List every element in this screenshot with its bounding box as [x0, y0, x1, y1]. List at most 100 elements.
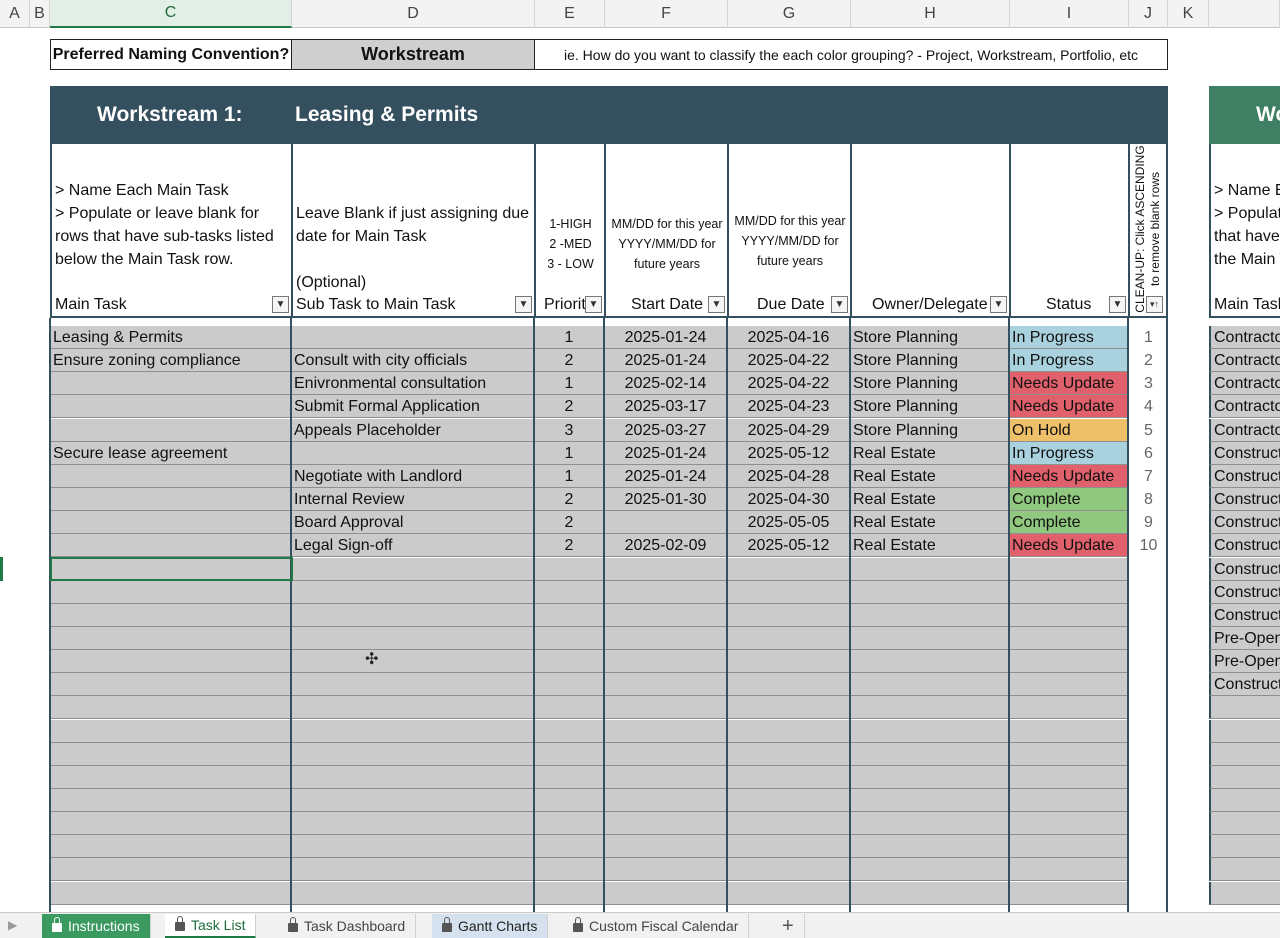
next-main-task-cell[interactable]: [1209, 789, 1280, 812]
sub-task-cell[interactable]: [291, 557, 535, 581]
owner-cell[interactable]: Store Planning: [850, 418, 1010, 442]
sub-task-cell[interactable]: Legal Sign-off: [291, 534, 535, 558]
status-cell[interactable]: [1009, 603, 1129, 627]
main-task-cell[interactable]: [50, 719, 292, 743]
owner-cell[interactable]: [850, 557, 1010, 581]
due-date-cell[interactable]: 2025-04-22: [727, 372, 851, 396]
due-date-cell[interactable]: 2025-05-12: [727, 441, 851, 465]
due-date-cell[interactable]: [727, 812, 851, 836]
start-date-cell[interactable]: 2025-03-17: [604, 395, 728, 419]
owner-cell[interactable]: [850, 881, 1010, 905]
status-cell[interactable]: [1009, 557, 1129, 581]
status-cell[interactable]: [1009, 765, 1129, 789]
owner-cell[interactable]: [850, 580, 1010, 604]
status-cell[interactable]: Complete: [1009, 511, 1129, 535]
start-date-cell[interactable]: [604, 789, 728, 812]
status-cell[interactable]: On Hold: [1009, 418, 1129, 442]
due-date-cell[interactable]: [727, 650, 851, 674]
sub-task-cell[interactable]: [291, 603, 535, 627]
column-header-h[interactable]: H: [851, 0, 1010, 28]
priority-cell[interactable]: 1: [534, 326, 605, 349]
main-task-cell[interactable]: [50, 881, 292, 905]
start-date-cell[interactable]: [604, 696, 728, 720]
status-cell[interactable]: Needs Update: [1009, 534, 1129, 558]
sort-ascending-icon[interactable]: ▾↑: [1146, 296, 1163, 313]
next-main-task-cell[interactable]: [1209, 719, 1280, 743]
next-main-task-cell[interactable]: Construct: [1209, 464, 1280, 488]
owner-cell[interactable]: [850, 626, 1010, 650]
priority-cell[interactable]: [534, 626, 605, 650]
owner-cell[interactable]: [850, 673, 1010, 697]
sheet-tab-instructions[interactable]: Instructions: [42, 914, 151, 938]
main-task-cell[interactable]: Leasing & Permits: [50, 326, 292, 349]
due-date-cell[interactable]: [727, 742, 851, 766]
due-date-cell[interactable]: [727, 673, 851, 697]
next-main-task-cell[interactable]: [1209, 881, 1280, 905]
priority-cell[interactable]: [534, 742, 605, 766]
sub-task-cell[interactable]: [291, 719, 535, 743]
main-task-cell[interactable]: Secure lease agreement: [50, 441, 292, 465]
status-cell[interactable]: [1009, 881, 1129, 905]
sub-task-cell[interactable]: Appeals Placeholder: [291, 418, 535, 442]
priority-cell[interactable]: 2: [534, 395, 605, 419]
column-header-d[interactable]: D: [292, 0, 535, 28]
start-date-cell[interactable]: [604, 742, 728, 766]
next-main-task-cell[interactable]: [1209, 696, 1280, 720]
priority-cell[interactable]: [534, 858, 605, 882]
start-date-cell[interactable]: [604, 626, 728, 650]
main-task-cell[interactable]: [50, 650, 292, 674]
status-cell[interactable]: Complete: [1009, 488, 1129, 512]
main-task-cell[interactable]: [50, 858, 292, 882]
next-main-task-cell[interactable]: [1209, 835, 1280, 859]
due-date-cell[interactable]: [727, 557, 851, 581]
naming-hint-cell[interactable]: ie. How do you want to classify the each…: [534, 39, 1168, 70]
sub-task-cell[interactable]: [291, 812, 535, 836]
start-date-cell[interactable]: [604, 835, 728, 859]
due-date-cell[interactable]: 2025-04-30: [727, 488, 851, 512]
due-date-cell[interactable]: [727, 603, 851, 627]
priority-cell[interactable]: [534, 603, 605, 627]
sub-task-cell[interactable]: Enivronmental consultation: [291, 372, 535, 396]
column-header-k[interactable]: K: [1168, 0, 1209, 28]
owner-cell[interactable]: [850, 742, 1010, 766]
due-date-cell[interactable]: [727, 858, 851, 882]
status-cell[interactable]: Needs Update: [1009, 464, 1129, 488]
start-date-cell[interactable]: 2025-01-30: [604, 488, 728, 512]
next-main-task-cell[interactable]: [1209, 742, 1280, 766]
next-main-task-cell[interactable]: Contracto: [1209, 349, 1280, 373]
spreadsheet-grid[interactable]: ABCDEFGHIJK Preferred Naming Convention?…: [0, 0, 1280, 912]
owner-cell[interactable]: Real Estate: [850, 488, 1010, 512]
start-date-cell[interactable]: [604, 765, 728, 789]
start-date-cell[interactable]: [604, 858, 728, 882]
main-task-cell[interactable]: [50, 580, 292, 604]
main-task-filter-icon[interactable]: ▼: [272, 296, 289, 313]
sheet-tab-task-list[interactable]: Task List: [165, 914, 257, 938]
due-date-cell[interactable]: [727, 719, 851, 743]
main-task-cell[interactable]: [50, 696, 292, 720]
status-cell[interactable]: Needs Update: [1009, 372, 1129, 396]
due-date-cell[interactable]: 2025-05-05: [727, 511, 851, 535]
owner-cell[interactable]: Real Estate: [850, 464, 1010, 488]
naming-value-cell[interactable]: Workstream: [291, 39, 535, 70]
start-date-filter-icon[interactable]: ▼: [708, 296, 725, 313]
owner-cell[interactable]: Real Estate: [850, 511, 1010, 535]
owner-cell[interactable]: [850, 812, 1010, 836]
add-sheet-button[interactable]: +: [772, 914, 805, 938]
status-cell[interactable]: [1009, 812, 1129, 836]
due-date-filter-icon[interactable]: ▼: [831, 296, 848, 313]
status-cell[interactable]: [1009, 650, 1129, 674]
sub-task-cell[interactable]: [291, 580, 535, 604]
due-date-cell[interactable]: [727, 765, 851, 789]
column-header-a[interactable]: A: [0, 0, 30, 28]
next-main-task-cell[interactable]: Construct: [1209, 580, 1280, 604]
column-header-c[interactable]: C: [50, 0, 292, 28]
start-date-cell[interactable]: 2025-01-24: [604, 326, 728, 349]
due-date-cell[interactable]: 2025-04-23: [727, 395, 851, 419]
sub-task-cell[interactable]: [291, 650, 535, 674]
due-date-cell[interactable]: [727, 835, 851, 859]
due-date-cell[interactable]: [727, 881, 851, 905]
next-main-task-cell[interactable]: Pre-Open: [1209, 626, 1280, 650]
start-date-cell[interactable]: 2025-02-09: [604, 534, 728, 558]
start-date-cell[interactable]: [604, 881, 728, 905]
status-cell[interactable]: [1009, 696, 1129, 720]
